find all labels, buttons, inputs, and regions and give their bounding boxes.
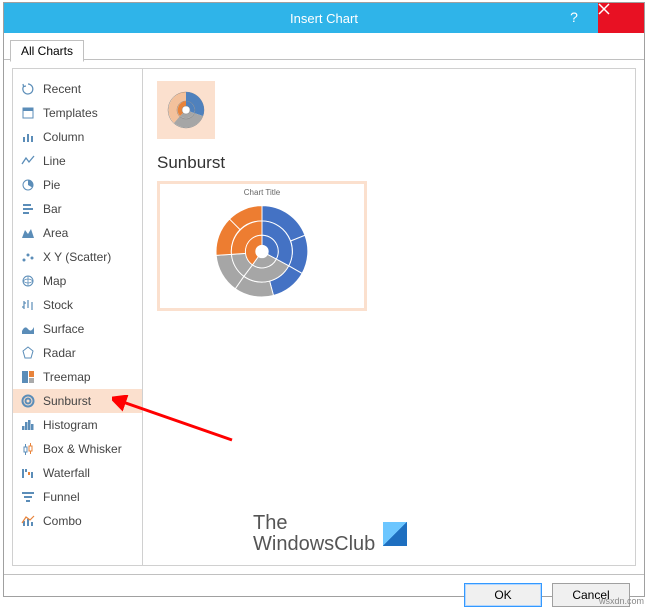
sidebar-item-surface[interactable]: Surface — [13, 317, 142, 341]
treemap-icon — [19, 369, 37, 385]
sidebar-item-line[interactable]: Line — [13, 149, 142, 173]
waterfall-icon — [19, 465, 37, 481]
sidebar-item-label: Pie — [43, 178, 60, 192]
sunburst-icon — [19, 393, 37, 409]
sidebar-item-treemap[interactable]: Treemap — [13, 365, 142, 389]
sidebar-item-label: Radar — [43, 346, 76, 360]
dialog-footer: OK Cancel — [4, 574, 644, 614]
sunburst-thumb-icon — [164, 88, 208, 132]
sidebar-item-label: Column — [43, 130, 84, 144]
titlebar: Insert Chart ? — [4, 3, 644, 33]
stock-icon — [19, 297, 37, 313]
sidebar-item-map[interactable]: Map — [13, 269, 142, 293]
chart-category-sidebar: Recent Templates Column Line Pie Bar Are… — [13, 69, 143, 565]
sidebar-item-label: Recent — [43, 82, 81, 96]
pie-icon — [19, 177, 37, 193]
sunburst-preview-icon — [207, 199, 317, 304]
sidebar-item-label: Line — [43, 154, 66, 168]
sidebar-item-boxwhisker[interactable]: Box & Whisker — [13, 437, 142, 461]
dialog-body: Recent Templates Column Line Pie Bar Are… — [12, 68, 636, 566]
tabstrip: All Charts — [4, 33, 644, 60]
sidebar-item-waterfall[interactable]: Waterfall — [13, 461, 142, 485]
histogram-icon — [19, 417, 37, 433]
dialog-title: Insert Chart — [290, 11, 358, 26]
close-button[interactable] — [598, 3, 644, 33]
bar-icon — [19, 201, 37, 217]
scatter-icon — [19, 249, 37, 265]
sidebar-item-label: Templates — [43, 106, 98, 120]
sidebar-item-label: Combo — [43, 514, 82, 528]
funnel-icon — [19, 489, 37, 505]
chart-preview-pane: Sunburst Chart Title — [143, 69, 635, 565]
close-icon — [598, 3, 610, 15]
area-icon — [19, 225, 37, 241]
sidebar-item-stock[interactable]: Stock — [13, 293, 142, 317]
sidebar-item-label: Area — [43, 226, 68, 240]
column-icon — [19, 129, 37, 145]
sidebar-item-templates[interactable]: Templates — [13, 101, 142, 125]
source-caption: wsxdn.com — [599, 596, 644, 606]
combo-icon — [19, 513, 37, 529]
watermark-logo-icon — [383, 522, 407, 546]
sidebar-item-label: X Y (Scatter) — [43, 250, 111, 264]
watermark-text: TheWindowsClub — [253, 513, 375, 555]
sidebar-item-label: Waterfall — [43, 466, 90, 480]
sidebar-item-label: Bar — [43, 202, 62, 216]
sidebar-item-label: Treemap — [43, 370, 91, 384]
watermark: TheWindowsClub — [253, 513, 407, 555]
sidebar-item-radar[interactable]: Radar — [13, 341, 142, 365]
chart-type-name: Sunburst — [157, 153, 621, 173]
sidebar-item-scatter[interactable]: X Y (Scatter) — [13, 245, 142, 269]
chart-preview[interactable]: Chart Title — [157, 181, 367, 311]
sidebar-item-recent[interactable]: Recent — [13, 77, 142, 101]
sidebar-item-funnel[interactable]: Funnel — [13, 485, 142, 509]
sidebar-item-label: Histogram — [43, 418, 98, 432]
sidebar-item-label: Box & Whisker — [43, 442, 122, 456]
sidebar-item-label: Surface — [43, 322, 84, 336]
sidebar-item-area[interactable]: Area — [13, 221, 142, 245]
sidebar-item-label: Map — [43, 274, 66, 288]
help-button[interactable]: ? — [554, 3, 594, 33]
sidebar-item-pie[interactable]: Pie — [13, 173, 142, 197]
tab-all-charts[interactable]: All Charts — [10, 40, 84, 62]
chart-subtype-sunburst[interactable] — [157, 81, 215, 139]
templates-icon — [19, 105, 37, 121]
sidebar-item-sunburst[interactable]: Sunburst — [13, 389, 142, 413]
sidebar-item-label: Funnel — [43, 490, 80, 504]
radar-icon — [19, 345, 37, 361]
chart-title: Chart Title — [244, 188, 280, 197]
sidebar-item-histogram[interactable]: Histogram — [13, 413, 142, 437]
line-icon — [19, 153, 37, 169]
sidebar-item-bar[interactable]: Bar — [13, 197, 142, 221]
sidebar-item-column[interactable]: Column — [13, 125, 142, 149]
recent-icon — [19, 81, 37, 97]
map-icon — [19, 273, 37, 289]
ok-button[interactable]: OK — [464, 583, 542, 607]
insert-chart-dialog: Insert Chart ? All Charts Recent Templat… — [3, 2, 645, 597]
surface-icon — [19, 321, 37, 337]
sidebar-item-combo[interactable]: Combo — [13, 509, 142, 533]
boxwhisker-icon — [19, 441, 37, 457]
sidebar-item-label: Stock — [43, 298, 73, 312]
sidebar-item-label: Sunburst — [43, 394, 91, 408]
